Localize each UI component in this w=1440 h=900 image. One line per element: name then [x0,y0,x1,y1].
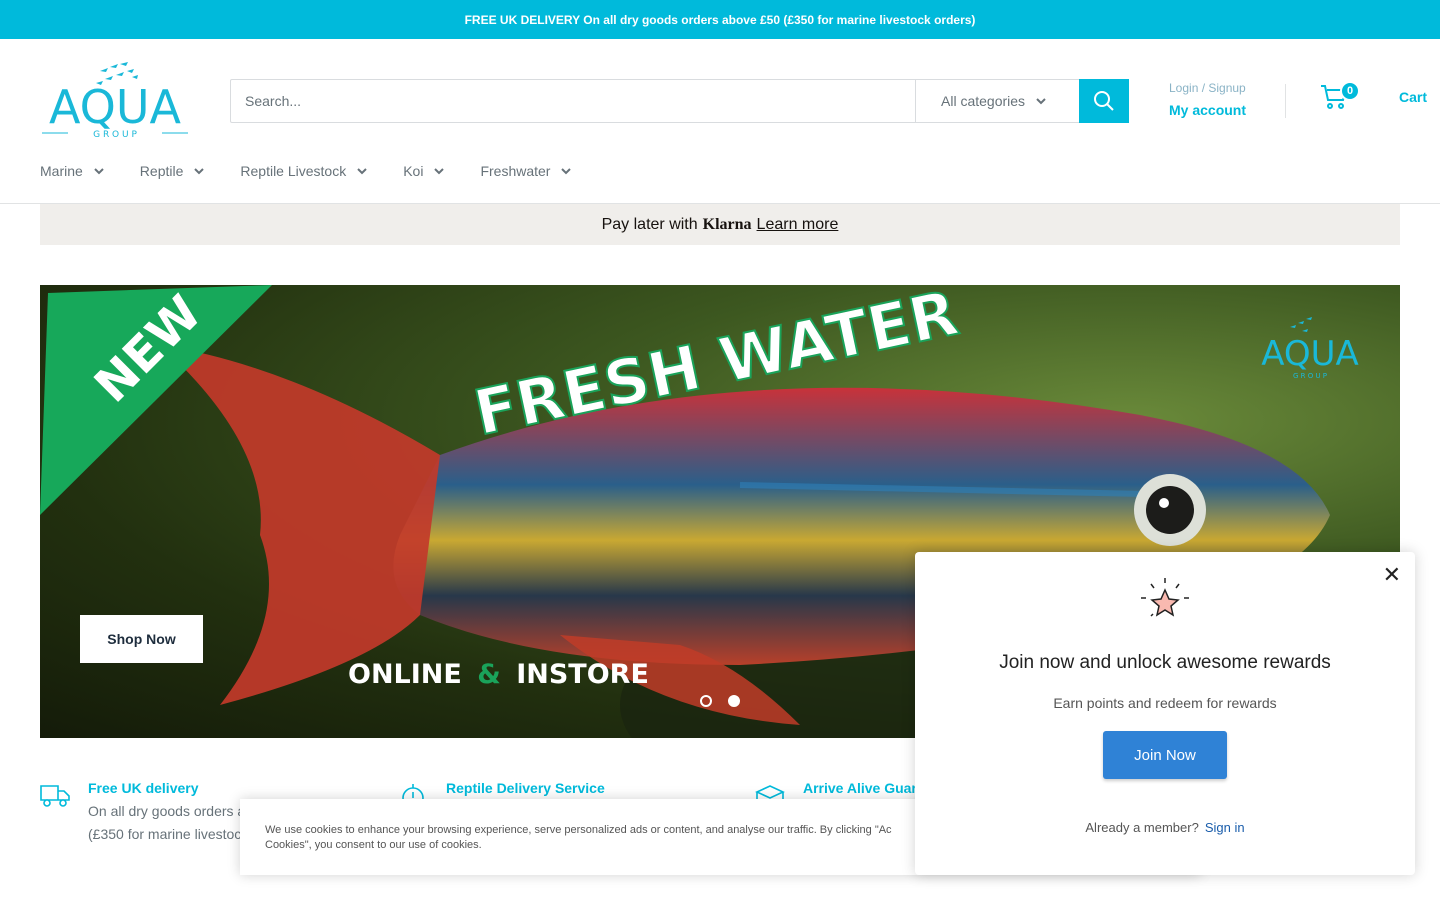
nav-item-reptile-livestock[interactable]: Reptile Livestock [240,163,368,179]
hero-logo-text: AQUA [1261,334,1359,374]
search-icon [1094,91,1114,111]
rewards-popup: ✕ Join now and unlock awesome rewards Ea… [915,552,1415,875]
nav-item-label: Koi [403,163,424,179]
category-select[interactable]: All categories [915,80,1079,122]
nav-item-label: Marine [40,163,83,179]
hero-tagline-instore: INSTORE [516,659,649,690]
search-bar: Search... All categories [230,79,1129,123]
already-member-text: Already a member? [1085,820,1199,835]
nav-item-marine[interactable]: Marine [40,163,105,179]
join-now-button[interactable]: Join Now [1103,731,1227,779]
nav-item-reptile[interactable]: Reptile [140,163,206,179]
feature-free-delivery: Free UK delivery On all dry goods orders… [40,780,245,846]
category-select-label: All categories [941,93,1026,109]
feature-description: On all dry goods orders a (£350 for mari… [88,800,245,846]
main-nav: Marine Reptile Reptile Livestock Koi Fre… [40,163,572,179]
announcement-bar: FREE UK DELIVERY On all dry goods orders… [0,0,1440,39]
feature-description-line: (£350 for marine livestoc [88,826,242,842]
announcement-text: FREE UK DELIVERY On all dry goods orders… [464,12,976,27]
rewards-subtitle: Earn points and redeem for rewards [1053,695,1277,711]
slide-dot-2[interactable] [728,695,740,707]
rewards-member-row: Already a member? Sign in [915,820,1415,835]
chevron-down-icon [194,168,205,175]
shop-now-button[interactable]: Shop Now [80,615,203,663]
site-header: AQUA G R O U P Search... All categories … [0,39,1440,204]
logo-fish-icon: AQUA G R O U P [42,62,188,140]
feature-description-line: On all dry goods orders a [88,803,246,819]
cart-label: Cart [1399,89,1428,105]
nav-item-koi[interactable]: Koi [403,163,445,179]
delivery-truck-icon [40,785,70,807]
hero-logo: AQUA G R O U P [1261,317,1359,380]
sign-in-link[interactable]: Sign in [1205,820,1245,835]
klarna-learn-more-link[interactable]: Learn more [757,216,839,234]
klarna-prefix: Pay later with [601,215,698,233]
nav-item-label: Reptile [139,163,184,179]
logo-subtext: G R O U P [93,130,137,140]
close-icon[interactable]: ✕ [1383,562,1401,588]
search-button[interactable] [1079,79,1129,123]
chevron-down-icon [357,168,367,175]
cart-button[interactable]: 0 Cart [1320,81,1428,110]
login-signup-link[interactable]: Login / Signup [1169,81,1246,95]
nav-item-freshwater[interactable]: Freshwater [480,163,572,179]
rewards-title: Join now and unlock awesome rewards [999,652,1331,673]
chevron-down-icon [434,168,445,175]
search-input[interactable]: Search... [231,80,915,122]
slideshow-dots [700,695,740,707]
feature-title: Reptile Delivery Service [446,780,605,796]
klarna-logo: Klarna [702,215,752,233]
chevron-down-icon [561,168,572,175]
chevron-down-icon [94,168,104,175]
feature-title: Free UK delivery [88,780,199,796]
feature-title: Arrive Alive Guara [803,780,925,796]
hero-logo-subtext: G R O U P [1293,372,1327,380]
nav-item-label: Reptile Livestock [240,163,347,179]
logo-text: AQUA [49,80,182,134]
slide-dot-1[interactable] [700,695,712,707]
hero-tagline-amp: & [477,659,501,690]
svg-text:ONLINE & INSTORE: ONLINE & INSTORE [348,659,649,690]
hero-tagline-online: ONLINE [348,659,462,690]
account-menu[interactable]: Login / Signup My account [1169,81,1246,118]
chevron-down-icon [1036,98,1046,105]
my-account-link[interactable]: My account [1169,102,1246,118]
nav-item-label: Freshwater [480,163,551,179]
klarna-banner: Pay later with Klarna Learn more [40,204,1400,245]
cart-count-badge: 0 [1340,81,1360,101]
header-divider [1285,84,1286,118]
star-sparkle-icon [1141,578,1189,617]
site-logo[interactable]: AQUA G R O U P [40,61,190,141]
